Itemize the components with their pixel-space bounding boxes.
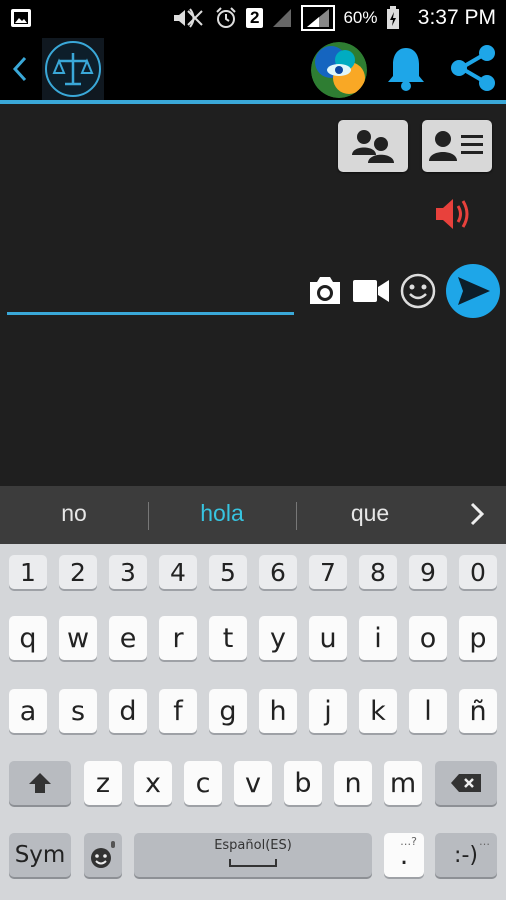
chevron-right-icon[interactable] [470, 501, 484, 527]
key-e[interactable]: e [109, 616, 147, 660]
key-c[interactable]: c [184, 761, 222, 805]
signal-icon-1 [273, 9, 292, 27]
status-time: 3:37 PM [417, 6, 496, 29]
key-s[interactable]: s [59, 689, 97, 733]
key-7[interactable]: 7 [309, 555, 347, 589]
key-g[interactable]: g [209, 689, 247, 733]
contact-card-button[interactable] [422, 120, 492, 172]
key-z[interactable]: z [84, 761, 122, 805]
speaker-icon[interactable] [433, 196, 473, 232]
emoji-mic-icon [91, 841, 115, 868]
battery-percent: 60% [343, 8, 378, 27]
status-bar: 2 60% 3:37 PM [0, 0, 506, 36]
video-camera-icon[interactable] [352, 278, 390, 304]
sym-key[interactable]: Sym [9, 833, 71, 877]
back-chevron-icon[interactable] [10, 54, 30, 84]
alarm-icon [216, 7, 236, 28]
suggestion-item[interactable]: no [4, 500, 144, 527]
key-p[interactable]: p [459, 616, 497, 660]
voice-emoji-key[interactable] [84, 833, 122, 877]
key-r[interactable]: r [159, 616, 197, 660]
suggestion-divider [148, 502, 149, 530]
key-9[interactable]: 9 [409, 555, 447, 589]
period-key[interactable]: . …? [384, 833, 424, 877]
shift-key[interactable] [9, 761, 71, 805]
key-o[interactable]: o [409, 616, 447, 660]
key-w[interactable]: w [59, 616, 97, 660]
key-t[interactable]: t [209, 616, 247, 660]
message-input[interactable] [7, 270, 294, 315]
group-contacts-button[interactable] [338, 120, 408, 172]
emoticon-label: :-) [454, 842, 478, 868]
key-x[interactable]: x [134, 761, 172, 805]
key-4[interactable]: 4 [159, 555, 197, 589]
key-0[interactable]: 0 [459, 555, 497, 589]
key-5[interactable]: 5 [209, 555, 247, 589]
scales-of-justice-icon [45, 41, 101, 97]
send-icon[interactable] [445, 263, 501, 319]
key-a[interactable]: a [9, 689, 47, 733]
signal-icon-2 [301, 5, 336, 31]
key-d[interactable]: d [109, 689, 147, 733]
backspace-key[interactable] [435, 761, 497, 805]
key-j[interactable]: j [309, 689, 347, 733]
space-bar-icon [229, 859, 277, 867]
key-y[interactable]: y [259, 616, 297, 660]
gallery-notification-icon [11, 9, 31, 27]
key-1[interactable]: 1 [9, 555, 47, 589]
key-k[interactable]: k [359, 689, 397, 733]
key-q[interactable]: q [9, 616, 47, 660]
bell-icon[interactable] [385, 44, 427, 92]
sim-badge: 2 [246, 8, 264, 28]
key-2[interactable]: 2 [59, 555, 97, 589]
key-6[interactable]: 6 [259, 555, 297, 589]
battery-charging-icon [386, 6, 399, 29]
key-m[interactable]: m [384, 761, 422, 805]
key-l[interactable]: l [409, 689, 447, 733]
emoji-icon[interactable] [399, 272, 437, 310]
camera-icon[interactable] [306, 274, 344, 308]
emoticon-key[interactable]: :-) … [435, 833, 497, 877]
avatar-image [311, 42, 367, 98]
contact-card-icon [429, 131, 483, 161]
keyboard: no hola que 1234567890 qwertyuiop asdfghjk… [0, 486, 506, 900]
suggestion-bar: no hola que [0, 486, 506, 544]
group-contacts-icon [352, 130, 394, 163]
share-icon[interactable] [447, 42, 499, 94]
app-logo[interactable] [42, 38, 104, 100]
key-n[interactable]: n [334, 761, 372, 805]
key-b[interactable]: b [284, 761, 322, 805]
space-key[interactable]: Español(ES) [134, 833, 372, 877]
key-8[interactable]: 8 [359, 555, 397, 589]
key-h[interactable]: h [259, 689, 297, 733]
suggestion-item[interactable]: que [300, 500, 440, 527]
key-v[interactable]: v [234, 761, 272, 805]
suggestion-divider [296, 502, 297, 530]
suggestion-item-highlighted[interactable]: hola [152, 500, 292, 527]
key-f[interactable]: f [159, 689, 197, 733]
space-language-label: Español(ES) [214, 838, 292, 853]
mute-icon [174, 8, 203, 28]
emoticon-hint: … [479, 835, 490, 848]
key-i[interactable]: i [359, 616, 397, 660]
key-3[interactable]: 3 [109, 555, 147, 589]
period-hint: …? [400, 835, 417, 848]
key-u[interactable]: u [309, 616, 347, 660]
avatar[interactable] [311, 42, 367, 98]
backspace-icon [451, 774, 481, 792]
shift-arrow-icon [29, 773, 51, 793]
key-ñ[interactable]: ñ [459, 689, 497, 733]
